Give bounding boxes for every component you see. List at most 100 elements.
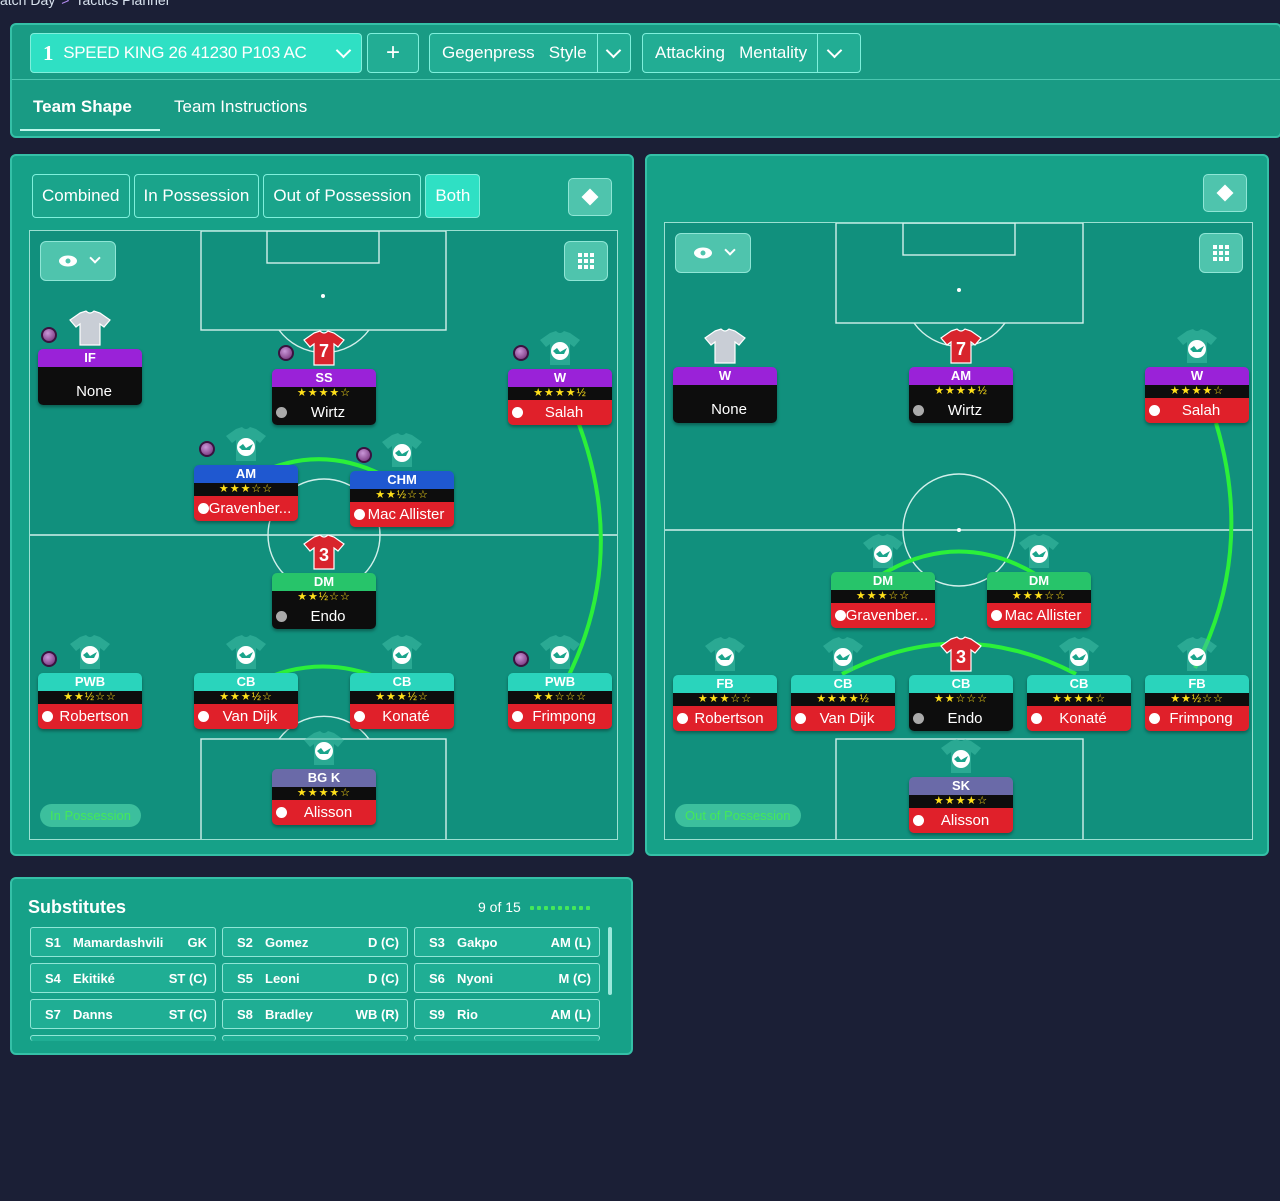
- mentality-dropdown-toggle[interactable]: [817, 34, 851, 72]
- player-card[interactable]: W None: [673, 367, 777, 423]
- player-kit-icon: [380, 633, 424, 671]
- player-card[interactable]: SK ★★★★☆ Alisson: [909, 777, 1013, 833]
- visibility-dropdown[interactable]: [40, 241, 116, 281]
- player-card[interactable]: CB ★★★½☆ Van Dijk: [194, 673, 298, 729]
- player-name-text: Konaté: [382, 708, 430, 725]
- player-card[interactable]: PWB ★★☆☆☆ Frimpong: [508, 673, 612, 729]
- player-card[interactable]: SS ★★★★☆ Wirtz: [272, 369, 376, 425]
- filter-out-of-possession[interactable]: Out of Possession: [263, 174, 422, 218]
- substitute-name: Mamardashvili: [73, 934, 164, 950]
- substitute-slot: S3: [429, 934, 445, 950]
- substitutes-scrollbar[interactable]: [608, 927, 612, 995]
- player-card[interactable]: CB ★★★½☆ Konaté: [350, 673, 454, 729]
- formation-toggle-button[interactable]: [568, 178, 612, 216]
- substitute-item[interactable]: S1 Mamardashvili GK: [30, 927, 216, 957]
- grid-view-button[interactable]: [1199, 233, 1243, 273]
- formation-toggle-button[interactable]: [1203, 174, 1247, 212]
- phase-label-out-of-possession: Out of Possession: [675, 804, 801, 827]
- add-tactic-button[interactable]: +: [367, 33, 419, 73]
- player-card[interactable]: IF None: [38, 349, 142, 405]
- substitutes-progress: [530, 906, 590, 910]
- substitute-slot: S9: [429, 1006, 445, 1022]
- player-card[interactable]: DM ★★★☆☆ Mac Allister: [987, 572, 1091, 628]
- progress-pip: [537, 906, 541, 910]
- player-status-icon: [1149, 405, 1160, 416]
- substitute-item[interactable]: S4 Ekitiké ST (C): [30, 963, 216, 993]
- substitute-name: Rio: [457, 1006, 478, 1022]
- player-role: W: [673, 367, 777, 385]
- tab-team-instructions[interactable]: Team Instructions: [174, 97, 307, 117]
- player-name-text: Van Dijk: [222, 708, 278, 725]
- substitute-slot: S2: [237, 934, 253, 950]
- player-card[interactable]: FB ★★½☆☆ Frimpong: [1145, 675, 1249, 731]
- player-card[interactable]: AM ★★★★½ Wirtz: [909, 367, 1013, 423]
- player-card[interactable]: DM ★★★☆☆ Gravenber...: [831, 572, 935, 628]
- substitute-item[interactable]: S5 Leoni D (C): [222, 963, 408, 993]
- style-dropdown-toggle[interactable]: [596, 34, 630, 72]
- role-rating-stars: ★★★½☆: [350, 691, 454, 704]
- style-dropdown[interactable]: Gegenpress Style: [429, 33, 631, 73]
- role-rating-stars: ★★★☆☆: [831, 590, 935, 603]
- player-name-text: Van Dijk: [819, 710, 875, 727]
- player-kit-icon: [1057, 635, 1101, 673]
- player-card[interactable]: PWB ★★½☆☆ Robertson: [38, 673, 142, 729]
- substitute-item[interactable]: S2 Gomez D (C): [222, 927, 408, 957]
- substitute-position: WB (R): [355, 1006, 399, 1022]
- player-shirt-icon: 3: [302, 533, 346, 571]
- player-card[interactable]: CB ★★★★½ Van Dijk: [791, 675, 895, 731]
- tactic-selector[interactable]: 1 SPEED KING 26 41230 P103 AC: [30, 33, 362, 73]
- tab-team-shape[interactable]: Team Shape: [33, 97, 132, 117]
- player-card[interactable]: CB ★★★★☆ Konaté: [1027, 675, 1131, 731]
- player-trait-icon: [356, 447, 372, 463]
- player-name-text: Alisson: [303, 804, 353, 821]
- player-name: Frimpong: [1145, 706, 1249, 731]
- player-name: Robertson: [38, 704, 142, 729]
- substitute-item[interactable]: [222, 1035, 408, 1041]
- player-name-text: Frimpong: [532, 708, 596, 725]
- player-card[interactable]: CB ★★☆☆☆ Endo: [909, 675, 1013, 731]
- player-card[interactable]: W ★★★★☆ Salah: [1145, 367, 1249, 423]
- player-status-icon: [1149, 713, 1160, 724]
- player-name: None: [38, 378, 142, 405]
- visibility-dropdown[interactable]: [675, 233, 751, 273]
- player-kit-icon: [861, 532, 905, 570]
- substitute-position: M (C): [558, 970, 592, 986]
- player-card[interactable]: FB ★★★☆☆ Robertson: [673, 675, 777, 731]
- mentality-dropdown[interactable]: Attacking Mentality: [642, 33, 861, 73]
- player-name-text: Endo: [310, 608, 346, 625]
- player-card[interactable]: DM ★★½☆☆ Endo: [272, 573, 376, 629]
- substitute-slot: S4: [45, 970, 61, 986]
- substitute-item[interactable]: S6 Nyoni M (C): [414, 963, 600, 993]
- player-name-text: Mac Allister: [1004, 607, 1082, 624]
- substitute-position: GK: [187, 934, 208, 950]
- grid-view-button[interactable]: [564, 241, 608, 281]
- role-rating-stars: [38, 367, 142, 378]
- substitute-name: Nyoni: [457, 970, 494, 986]
- chevron-down-icon: [826, 42, 843, 58]
- filter-in-possession[interactable]: In Possession: [133, 174, 260, 218]
- substitute-item[interactable]: S7 Danns ST (C): [30, 999, 216, 1029]
- player-card[interactable]: W ★★★★½ Salah: [508, 369, 612, 425]
- role-rating-stars: ★★★☆☆: [673, 693, 777, 706]
- substitute-item[interactable]: [30, 1035, 216, 1041]
- role-rating-stars: ★★★☆☆: [987, 590, 1091, 603]
- player-role: SK: [909, 777, 1013, 795]
- player-name-text: Wirtz: [310, 404, 346, 421]
- player-status-icon: [276, 407, 287, 418]
- filter-combined[interactable]: Combined: [32, 174, 130, 218]
- substitute-slot: S6: [429, 970, 445, 986]
- substitute-position: ST (C): [168, 970, 207, 986]
- pitch-out-of-possession: Out of Possession W None 7 AM ★★★★½ Wirtz W ★★★…: [664, 222, 1253, 840]
- breadcrumb-tactics-planner[interactable]: Tactics Planner: [75, 0, 170, 8]
- breadcrumb-match-day[interactable]: atch Day: [0, 0, 55, 8]
- substitute-item[interactable]: [414, 1035, 600, 1041]
- substitute-name: Gomez: [265, 934, 309, 950]
- filter-both[interactable]: Both: [425, 174, 481, 218]
- player-card[interactable]: AM ★★★☆☆ Gravenber...: [194, 465, 298, 521]
- substitute-item[interactable]: S3 Gakpo AM (L): [414, 927, 600, 957]
- substitute-item[interactable]: S9 Rio AM (L): [414, 999, 600, 1029]
- player-name-text: Robertson: [694, 710, 764, 727]
- player-card[interactable]: BG K ★★★★☆ Alisson: [272, 769, 376, 825]
- player-card[interactable]: CHM ★★½☆☆ Mac Allister: [350, 471, 454, 527]
- substitute-item[interactable]: S8 Bradley WB (R): [222, 999, 408, 1029]
